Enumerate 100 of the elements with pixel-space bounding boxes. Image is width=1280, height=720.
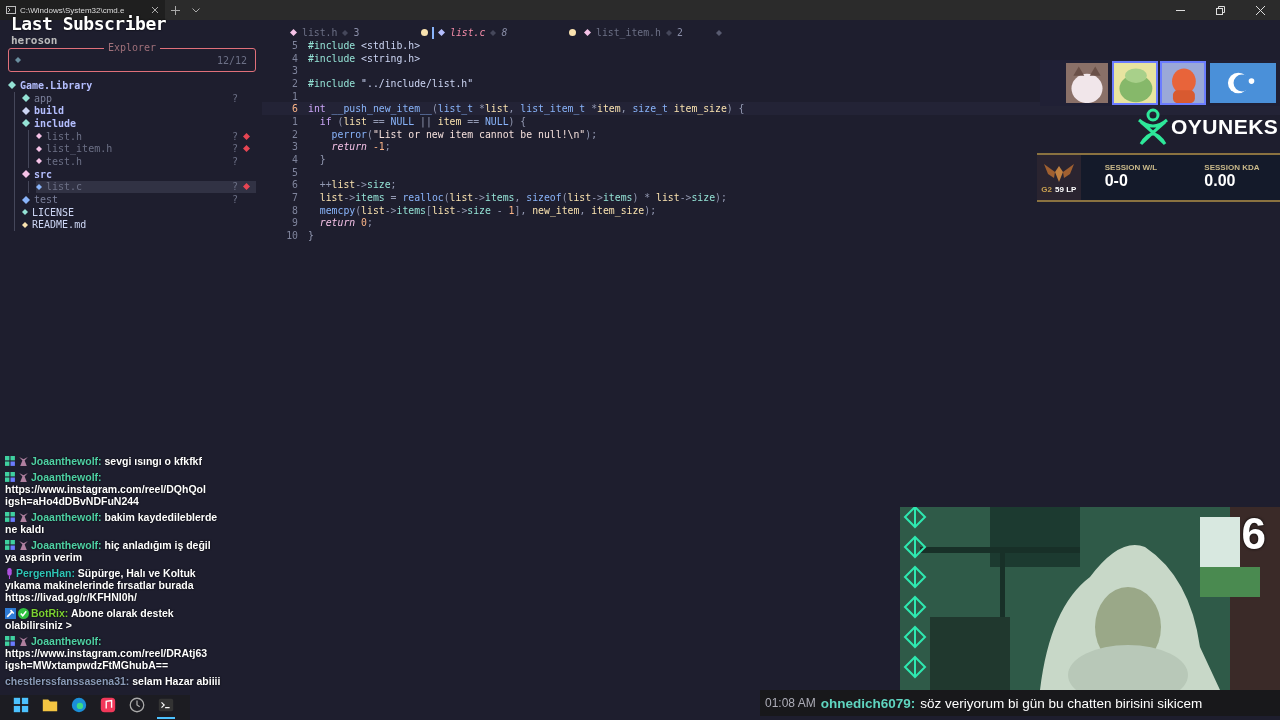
line-number: 6 [291,179,299,191]
tree-row[interactable]: app ? [22,91,256,105]
tree-label: test [34,194,59,206]
tree-label: list_item.h [46,143,113,155]
tree-row[interactable]: README.md [22,218,256,232]
editor-tab[interactable]: list_item.h 2 [580,26,726,39]
tree-row[interactable]: src [22,167,256,181]
line-number: 1 [291,115,299,127]
git-status: ? [231,92,238,104]
diamond-icon [342,29,349,36]
tree-label: src [34,168,53,180]
git-status: ? [231,143,238,155]
chat-username[interactable]: Joaanthewolf: [31,455,102,467]
git-status: ? [231,130,238,142]
tree-label: build [34,105,65,117]
tree-label: app [34,92,53,104]
diamond-icon [665,29,672,36]
chat-username[interactable]: Joaanthewolf: [31,511,102,523]
line-number: 9 [291,217,299,229]
tree-row[interactable]: build [22,104,256,118]
restore-icon[interactable] [1215,5,1225,15]
chat-username[interactable]: ohnedich6079: [820,695,916,711]
editor-tab[interactable]: list.h 3 [286,26,432,39]
tree-row[interactable]: LICENSE [22,205,256,219]
diamond-icon [716,29,722,36]
folder-icon [22,170,30,179]
git-status: ? [231,181,238,193]
diamond-icon [490,29,497,36]
tier-label: G2 [1041,184,1052,194]
line-number: 4 [291,52,299,64]
line-number: 3 [291,65,299,77]
file-icon [584,29,591,36]
tree-row[interactable]: Game.Library [8,79,256,92]
code-line: perror("List or new item cannot be null!\n"); [330,128,598,140]
code-line: } [308,230,314,242]
chat-username[interactable]: Joaanthewolf: [31,539,102,551]
unsaved-dot-icon [569,29,576,36]
stat-label: SESSION KDA [1204,163,1261,172]
line-number: 5 [291,166,299,178]
line-number: 3 [291,141,299,153]
plus-icon[interactable] [171,5,180,15]
git-status: ? [231,155,238,167]
code-line: int __push_new_item__(list_t *list, list_item_t *item, size_t item_size) { [308,103,745,115]
stat-value: 0.00 [1204,172,1237,190]
code-line: return -1; [330,141,391,153]
chat-message: Joaanthewolf: https://www.instagram.com/reel/DQhQol igsh=aHo4dDBvNDFuN244 [5,471,207,507]
code-line: } [318,154,326,166]
code-line: list->items = realloc(list->items, sizeof(list->items) * list->size); [318,192,727,204]
chat-message: Joaanthewolf: bakim kaydedileblerde ne kaldı [5,511,219,535]
tree-row[interactable]: test ? [22,193,256,206]
music-icon [100,697,116,713]
line-number: 2 [291,77,299,89]
line-number: 2 [291,128,299,140]
chat-message: Joaanthewolf: hiç anladığım iş değil ya asprin verim [5,539,212,563]
file-icon [438,29,445,36]
code-line: return 0; [318,217,373,229]
timestamp: 01:08 AM [765,696,816,710]
editor-tab[interactable]: list.c 8 [434,26,580,39]
chat-username[interactable]: PergenHan: [16,567,75,579]
code-line: #include <string.h> [308,52,421,64]
chat-message: chestlerssfanssasena31: selam Hazar abiiii [5,675,222,687]
code-line: memcpy(list->items[list->size - 1], new_item, item_size); [318,204,657,216]
clock-icon [129,697,145,713]
tree-row[interactable]: include [22,117,256,130]
tree-label: Game.Library [20,79,93,91]
league-points: 59 LP [1055,184,1077,194]
minimize-icon[interactable] [1175,9,1185,11]
chat-message: Joaanthewolf: sevgi ısıngı o kfkfkf [5,455,223,467]
prompt-icon [15,57,21,63]
panel-title: Explorer [103,42,161,54]
line-number: 10 [285,230,299,242]
chat-username[interactable]: chestlerssfanssasena31: [5,675,130,687]
tree-label: list.h [46,130,83,142]
terminal-icon [6,6,16,14]
windows-icon [13,697,29,713]
stat-value: 0-0 [1104,172,1129,190]
chat-username[interactable]: Joaanthewolf: [31,471,102,483]
tree-label: include [34,117,77,129]
code-line: #include "../include/list.h" [308,77,474,89]
taskbar-button[interactable] [157,696,175,719]
wings-emblem-icon [1043,161,1074,184]
line-number: 6 [291,103,299,115]
folder-icon [22,195,30,204]
line-number: 1 [291,90,299,102]
match-count: 12/12 [216,54,247,66]
terminal-icon [158,698,174,712]
chat-username[interactable]: BotRix: [31,607,69,619]
browser-icon [71,697,87,713]
chat-username[interactable]: Joaanthewolf: [31,635,102,647]
chevron-down-icon[interactable] [192,7,200,13]
tree-label: README.md [32,219,87,231]
chat-message: PergenHan: Süpürge, Halı ve Koltuk yıkama makinelerinde fırsatlar burada https://livad.gg/r/KFHNI0h/ [5,567,197,603]
code-line: ++list->size; [318,179,397,191]
brand-name: OYUNEKS [1171,115,1279,139]
modified-icon [242,183,250,191]
close-icon[interactable] [151,6,159,14]
subscriber-name: heroson [11,34,59,47]
figure-logo-icon [1137,108,1169,146]
line-number: 5 [291,39,299,51]
counter-number: 6 [1241,509,1266,559]
